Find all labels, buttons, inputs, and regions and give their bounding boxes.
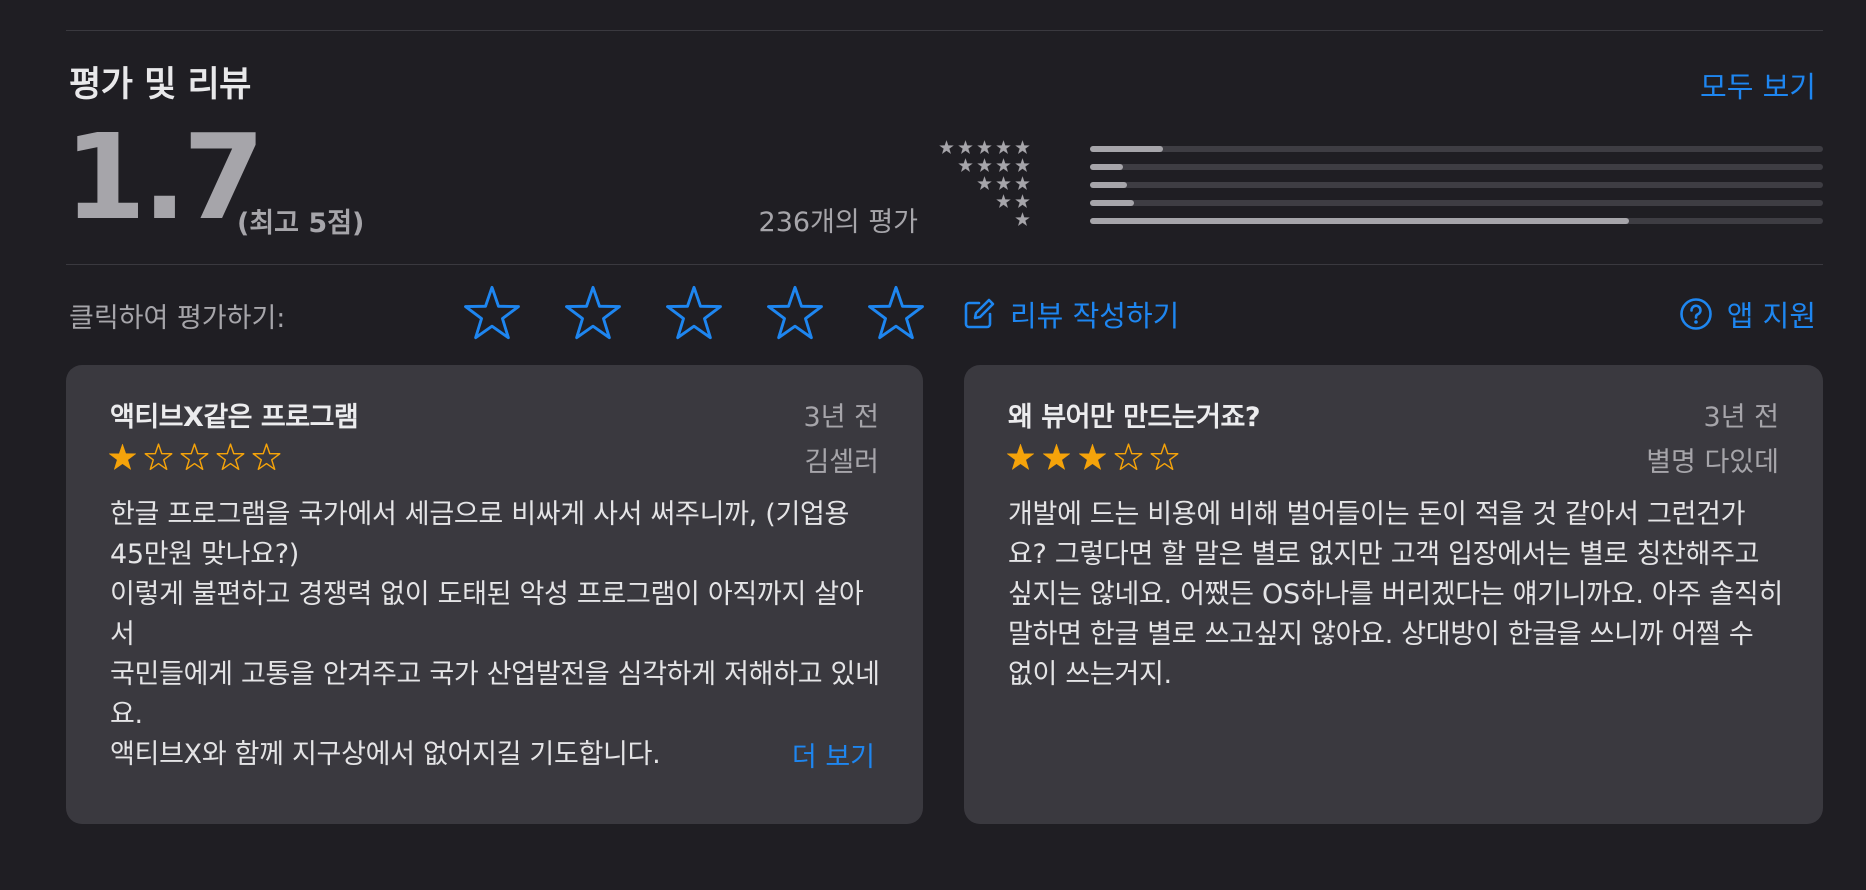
star-outline-icon[interactable] [665, 285, 723, 343]
star-filled-icon [1042, 443, 1071, 470]
review-body: 개발에 드는 비용에 비해 벌어들이는 돈이 적을 것 같아서 그런건가요? 그… [1008, 499, 1792, 690]
star-outline-icon [1150, 443, 1179, 471]
review-body: 한글 프로그램을 국가에서 세금으로 비싸게 사서 써주니까, (기업용 45만… [110, 499, 880, 770]
star-outline-icon [1114, 443, 1143, 471]
review-stars [1006, 443, 1179, 472]
star-filled-icon [996, 158, 1011, 172]
histogram-row [960, 194, 1823, 212]
histogram-bar-fill [1090, 146, 1164, 152]
see-all-link[interactable]: 모두 보기 [1700, 64, 1816, 106]
histogram-row [960, 212, 1823, 230]
histogram-bar-track [1090, 200, 1823, 206]
star-filled-icon [977, 158, 992, 172]
histogram-row [960, 176, 1823, 194]
star-outline-icon [216, 443, 245, 471]
star-filled-icon [1078, 443, 1107, 470]
star-filled-icon [996, 140, 1011, 154]
histogram-bar-fill [1090, 218, 1629, 224]
histogram-bar-fill [1090, 200, 1134, 206]
histogram-star-label [958, 158, 1030, 173]
middle-divider [66, 264, 1823, 265]
histogram-row [958, 158, 1823, 176]
review-author: 김셀러 [804, 447, 879, 478]
review-card: 왜 뷰어만 만드는거죠? 3년 전 별명 다있데 개발에 드는 비용에 비해 벌… [964, 365, 1823, 824]
review-title: 액티브X같은 프로그램 [110, 402, 359, 433]
star-outline-icon [144, 443, 173, 471]
histogram-bar-track [1090, 164, 1823, 170]
star-outline-icon [252, 443, 281, 471]
compose-icon [964, 298, 995, 329]
histogram-bar-fill [1090, 182, 1127, 188]
star-outline-icon[interactable] [564, 285, 622, 343]
tap-to-rate-stars [463, 285, 925, 343]
tap-to-rate-label: 클릭하여 평가하기: [69, 303, 286, 334]
rating-count: 236개의 평가 [758, 207, 918, 238]
histogram-bar-track [1090, 218, 1823, 224]
star-filled-icon [958, 140, 973, 154]
star-filled-icon [1015, 158, 1030, 172]
star-filled-icon [977, 176, 992, 190]
star-filled-icon [108, 443, 137, 470]
star-outline-icon[interactable] [463, 285, 521, 343]
review-author: 별명 다있데 [1646, 447, 1779, 478]
review-card: 액티브X같은 프로그램 3년 전 김셀러 한글 프로그램을 국가에서 세금으로 … [66, 365, 923, 824]
review-date: 3년 전 [803, 402, 879, 433]
star-filled-icon [939, 140, 954, 154]
star-filled-icon [1006, 443, 1035, 470]
app-support-link[interactable]: 앱 지원 [1679, 293, 1816, 335]
section-title: 평가 및 리뷰 [69, 65, 251, 105]
histogram-bar-track [1090, 182, 1823, 188]
histogram-bar-track [1090, 146, 1823, 152]
star-filled-icon [958, 158, 973, 172]
star-filled-icon [996, 176, 1011, 190]
histogram-star-label [977, 176, 1030, 191]
review-stars [108, 443, 281, 472]
star-filled-icon [977, 140, 992, 154]
histogram-star-label [939, 140, 1030, 155]
question-circle-icon [1679, 298, 1712, 330]
star-filled-icon [1015, 176, 1030, 190]
star-filled-icon [1015, 140, 1030, 154]
star-outline-icon[interactable] [766, 285, 824, 343]
rating-max-label: (최고 5점) [237, 208, 365, 239]
review-title: 왜 뷰어만 만드는거죠? [1008, 402, 1261, 433]
star-filled-icon [1015, 194, 1030, 208]
histogram-row [939, 140, 1823, 158]
star-outline-icon [180, 443, 209, 471]
histogram-star-label [996, 194, 1030, 209]
more-link[interactable]: 더 보기 [792, 735, 875, 774]
average-rating: 1.7 [64, 108, 265, 246]
star-filled-icon [1015, 212, 1030, 226]
histogram-bar-fill [1090, 164, 1123, 170]
histogram-star-label [1015, 212, 1030, 227]
star-outline-icon[interactable] [867, 285, 925, 343]
write-review-button[interactable]: 리뷰 작성하기 [962, 293, 1179, 335]
star-filled-icon [996, 194, 1011, 208]
write-review-label: 리뷰 작성하기 [1010, 299, 1180, 333]
app-support-label: 앱 지원 [1726, 299, 1816, 333]
top-divider [66, 30, 1823, 31]
review-date: 3년 전 [1703, 402, 1779, 433]
